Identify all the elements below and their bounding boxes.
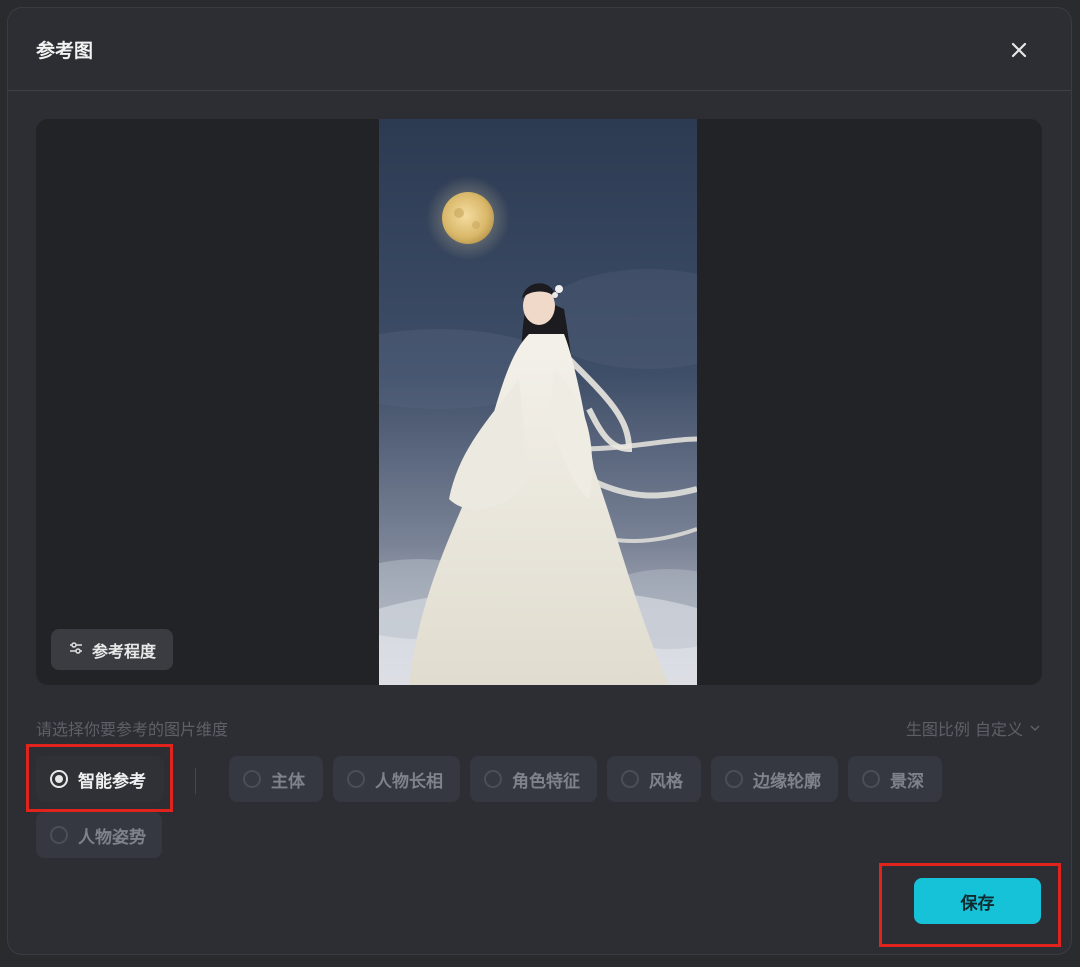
- radio-icon: [243, 770, 261, 788]
- option-character-features[interactable]: 角色特征: [470, 756, 597, 802]
- option-label: 人物长相: [375, 771, 443, 792]
- image-preview-area: 参考程度: [36, 119, 1042, 685]
- option-label: 边缘轮廓: [753, 771, 821, 792]
- option-label: 风格: [649, 771, 683, 792]
- reference-degree-button[interactable]: 参考程度: [51, 629, 173, 670]
- option-subject[interactable]: 主体: [229, 756, 323, 802]
- highlight-box-smart-reference: [26, 744, 173, 812]
- option-style[interactable]: 风格: [607, 756, 701, 802]
- radio-icon: [725, 770, 743, 788]
- radio-icon: [347, 770, 365, 788]
- option-pose[interactable]: 人物姿势: [36, 812, 162, 858]
- sliders-icon: [68, 640, 84, 660]
- highlight-box-save: [879, 863, 1061, 947]
- aspect-ratio-select[interactable]: 生图比例 自定义: [906, 716, 1041, 740]
- radio-icon: [862, 770, 880, 788]
- reference-image: [379, 119, 697, 685]
- option-separator: [195, 768, 196, 794]
- option-face[interactable]: 人物长相: [333, 756, 460, 802]
- option-label: 主体: [271, 771, 305, 792]
- radio-icon: [50, 826, 68, 844]
- option-label: 景深: [890, 771, 924, 792]
- radio-icon: [621, 770, 639, 788]
- radio-icon: [484, 770, 502, 788]
- option-label: 人物姿势: [78, 827, 146, 848]
- chevron-down-icon: [1029, 719, 1041, 738]
- aspect-ratio-label: 生图比例 自定义: [905, 720, 1023, 739]
- option-edge-contour[interactable]: 边缘轮廓: [711, 756, 838, 802]
- dialog-title: 参考图: [36, 40, 94, 62]
- option-label: 角色特征: [512, 771, 580, 792]
- reference-degree-label: 参考程度: [91, 641, 156, 661]
- dimension-hint: 请选择你要参考的图片维度: [36, 720, 229, 739]
- close-icon[interactable]: [1007, 38, 1031, 62]
- dialog-header: 参考图: [8, 8, 1071, 91]
- reference-image-dialog: 参考图 参考程度 请选择你要参考的图片维度 生图比例 自定义 智能参考 主体 人…: [8, 8, 1071, 954]
- option-depth[interactable]: 景深: [848, 756, 942, 802]
